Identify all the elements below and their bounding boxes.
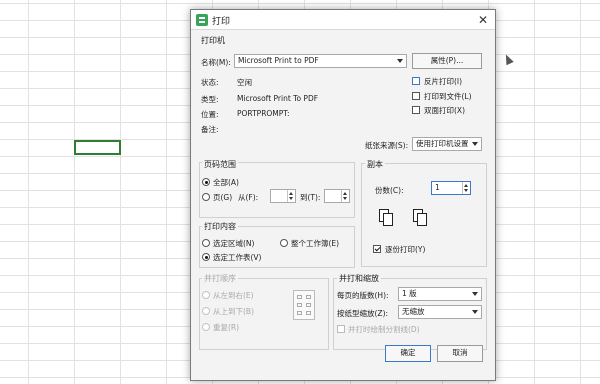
collate-page-icon — [417, 213, 427, 226]
active-cell[interactable] — [74, 140, 121, 155]
pages-per-sheet-label: 每页的版数(H): — [337, 291, 389, 300]
printer-name-label: 名称(M): — [201, 58, 231, 67]
pages-per-sheet-value: 1 版 — [402, 289, 417, 298]
from-label: 从(F): — [238, 193, 259, 202]
dialog-title: 打印 — [212, 17, 231, 27]
from-page-stepper[interactable] — [270, 189, 296, 203]
pages-radio[interactable] — [202, 193, 210, 201]
app-icon — [196, 14, 208, 26]
left-to-right-radio[interactable] — [202, 291, 210, 299]
reverse-print-label: 反片打印(I) — [424, 77, 463, 86]
print-to-file-label: 打印到文件(L) — [424, 92, 472, 101]
selected-sheets-label: 选定工作表(V) — [213, 253, 262, 262]
all-pages-label: 全部(A) — [213, 178, 239, 187]
chevron-down-icon — [472, 142, 478, 146]
scale-to-paper-label: 按纸型缩放(Z): — [337, 309, 389, 318]
copies-count-value: 1 — [435, 183, 440, 192]
cancel-button[interactable]: 取消 — [437, 345, 483, 362]
top-to-bottom-label: 从上到下(B) — [213, 307, 254, 316]
chevron-down-icon — [472, 310, 478, 314]
pages-per-sheet-select[interactable]: 1 版 — [398, 287, 482, 301]
comment-label: 备注: — [201, 125, 219, 134]
top-to-bottom-radio[interactable] — [202, 307, 210, 315]
location-label: 位置: — [201, 110, 219, 119]
scale-to-paper-select[interactable]: 无缩放 — [398, 305, 482, 319]
draw-borders-checkbox[interactable] — [337, 325, 345, 333]
print-dialog: 打印 ✕ 打印机 名称(M): Microsoft Print to PDF 属… — [190, 9, 496, 381]
duplex-label: 双面打印(X) — [424, 106, 465, 115]
entire-workbook-label: 整个工作簿(E) — [291, 239, 340, 248]
scale-to-paper-value: 无缩放 — [402, 307, 425, 316]
printer-name-value: Microsoft Print to PDF — [238, 56, 319, 65]
print-to-file-checkbox[interactable] — [412, 92, 420, 100]
repeat-label: 重复(R) — [213, 323, 240, 332]
page-order-preview-icon — [293, 290, 315, 320]
status-label: 状态: — [201, 78, 219, 87]
duplex-checkbox[interactable] — [412, 106, 420, 114]
copies-count-label: 份数(C): — [375, 186, 404, 195]
stepper-arrows-icon[interactable] — [341, 190, 349, 202]
properties-button[interactable]: 属性(P)... — [412, 53, 482, 69]
selection-radio[interactable] — [202, 239, 210, 247]
left-to-right-label: 从左到右(E) — [213, 291, 254, 300]
stepper-arrows-icon[interactable] — [462, 182, 470, 194]
print-order-section-label: 并打顺序 — [202, 273, 238, 284]
all-pages-radio[interactable] — [202, 178, 210, 186]
selected-sheets-radio[interactable] — [202, 253, 210, 261]
chevron-down-icon — [472, 292, 478, 296]
collate-checkbox[interactable] — [373, 245, 381, 253]
status-value: 空闲 — [237, 78, 252, 87]
paper-source-select[interactable]: 使用打印机设置 — [412, 137, 482, 151]
ok-button[interactable]: 确定 — [385, 345, 431, 362]
entire-workbook-radio[interactable] — [280, 239, 288, 247]
location-value: PORTPROMPT: — [237, 109, 290, 118]
copies-section-label: 副本 — [365, 159, 385, 170]
copies-stepper[interactable]: 1 — [431, 181, 471, 195]
repeat-radio[interactable] — [202, 323, 210, 331]
selection-label: 选定区域(N) — [213, 239, 255, 248]
paper-source-label: 纸张来源(S): — [365, 141, 409, 150]
printer-section-label: 打印机 — [201, 36, 225, 45]
paper-source-value: 使用打印机设置 — [416, 139, 469, 148]
collate-page-icon — [383, 213, 393, 226]
type-label: 类型: — [201, 95, 219, 104]
type-value: Microsoft Print To PDF — [237, 94, 319, 103]
close-icon[interactable]: ✕ — [475, 12, 491, 28]
to-label: 到(T): — [300, 193, 321, 202]
title-bar: 打印 ✕ — [191, 10, 495, 30]
printer-name-select[interactable]: Microsoft Print to PDF — [234, 54, 407, 68]
pages-label: 页(G) — [213, 193, 233, 202]
collate-label: 逐份打印(Y) — [385, 245, 426, 254]
reverse-print-checkbox[interactable] — [412, 77, 420, 85]
page-range-section-label: 页码范围 — [202, 159, 238, 170]
draw-borders-label: 并打时绘制分割线(D) — [348, 325, 420, 334]
print-content-section-label: 打印内容 — [202, 221, 238, 232]
scale-section-label: 并打和缩放 — [337, 273, 381, 284]
to-page-stepper[interactable] — [324, 189, 350, 203]
chevron-down-icon — [397, 59, 403, 63]
stepper-arrows-icon[interactable] — [287, 190, 295, 202]
